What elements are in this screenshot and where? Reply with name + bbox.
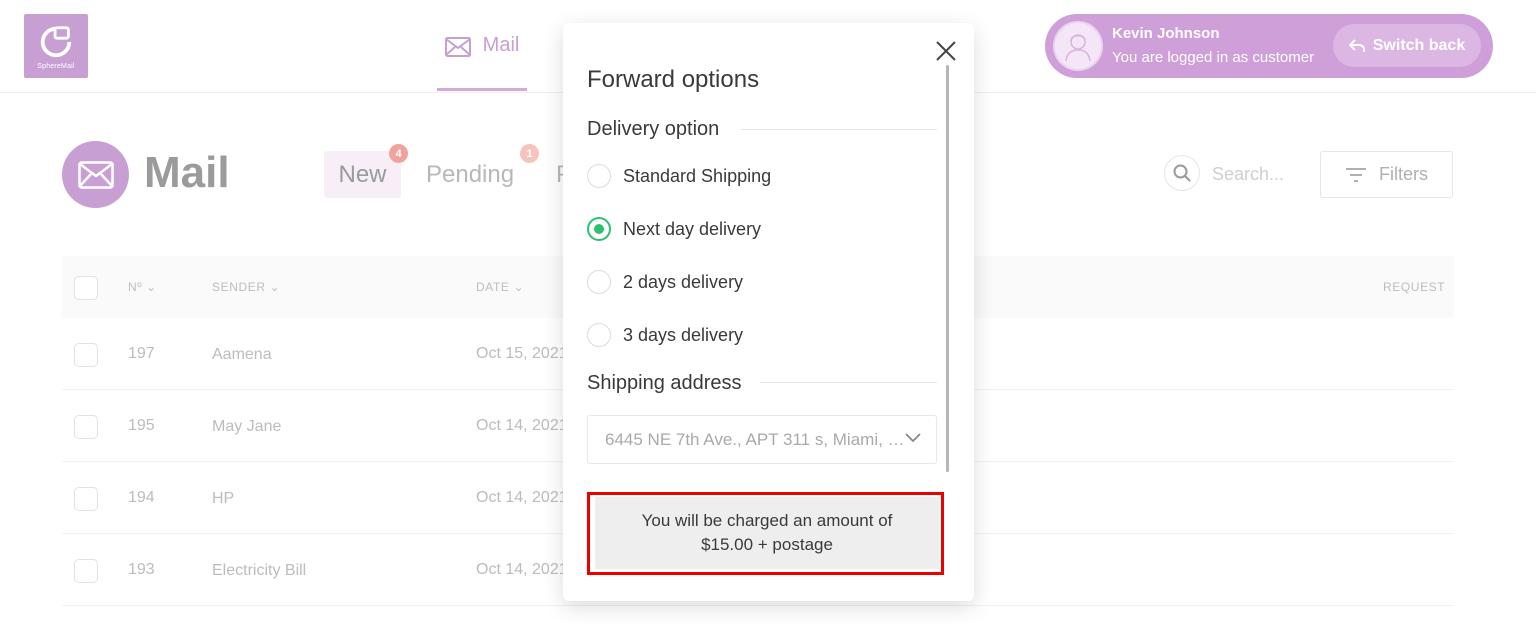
row-number: 197 [128,345,155,362]
radio-next-day-delivery[interactable] [587,217,611,241]
modal-scrollbar[interactable] [946,65,949,472]
row-date: Oct 14, 2021 [476,489,568,506]
row-date: Oct 15, 2021 [476,345,568,362]
search-input[interactable]: Search... [1212,164,1284,185]
column-header-no[interactable]: Nº ⌄ [128,280,157,294]
chevron-down-icon: ⌄ [513,280,525,294]
section-divider [741,129,937,130]
search-button[interactable] [1164,155,1200,191]
tab-pending[interactable]: Pending [426,151,514,198]
avatar [1053,21,1103,71]
page-title: Mail [144,148,230,197]
row-sender: May Jane [212,418,282,435]
row-number: 193 [128,561,155,578]
filters-button[interactable]: Filters [1320,151,1453,198]
radio-3-days-delivery[interactable] [587,323,611,347]
nav-tab-mail[interactable]: Mail [437,24,527,91]
user-switch-panel: Kevin Johnson You are logged in as custo… [1045,14,1493,78]
mail-icon [444,37,471,57]
chevron-down-icon: ⌄ [146,280,157,294]
row-checkbox[interactable] [74,415,98,439]
radio-label-standard-shipping[interactable]: Standard Shipping [623,166,771,187]
page-mail-icon-circle [62,141,129,208]
select-all-checkbox[interactable] [74,276,98,300]
column-no-label: Nº [128,280,143,294]
logo-text: SphereMail [37,62,75,70]
column-sender-label: SENDER [212,280,266,294]
switch-back-label: Switch back [1372,36,1466,54]
filters-label: Filters [1379,164,1428,184]
radio-label-3-days-delivery[interactable]: 3 days delivery [623,325,743,346]
filter-icon [1346,167,1366,182]
charge-line-1: You will be charged an amount of [641,511,893,530]
user-avatar-icon [1065,34,1091,62]
radio-label-2-days-delivery[interactable]: 2 days delivery [623,272,743,293]
nav-mail-label: Mail [482,34,520,56]
row-number: 194 [128,489,155,506]
row-sender: Electricity Bill [212,562,307,579]
charge-line-2: $15.00 + postage [701,535,833,554]
column-header-sender[interactable]: SENDER ⌄ [212,280,280,294]
delivery-option-heading: Delivery option [587,118,720,140]
undo-arrow-icon [1348,38,1365,52]
chevron-down-icon: ⌄ [269,280,281,294]
row-sender: Aamena [212,346,272,363]
column-header-date[interactable]: DATE ⌄ [476,280,524,294]
row-checkbox[interactable] [74,559,98,583]
user-name: Kevin Johnson [1112,25,1220,42]
shipping-address-value: 6445 NE 7th Ave., APT 311 s, Miami, FL 3… [605,430,905,449]
radio-2-days-delivery[interactable] [587,270,611,294]
new-count-badge: 4 [389,144,408,163]
chevron-down-icon [905,433,921,443]
section-divider [760,382,937,383]
modal-title: Forward options [587,66,760,93]
row-checkbox[interactable] [74,487,98,511]
switch-back-button[interactable]: Switch back [1333,24,1481,67]
column-date-label: DATE [476,280,510,294]
radio-standard-shipping[interactable] [587,164,611,188]
row-sender: HP [212,490,235,507]
row-date: Oct 14, 2021 [476,417,568,434]
row-date: Oct 14, 2021 [476,561,568,578]
row-checkbox[interactable] [74,343,98,367]
column-header-request: REQUEST [1383,280,1446,294]
user-role-text: You are logged in as customer [1112,49,1315,66]
logo-icon [40,25,72,57]
envelope-icon [77,160,114,189]
radio-label-next-day-delivery[interactable]: Next day delivery [623,219,761,240]
charge-notice: You will be charged an amount of $15.00 … [595,497,939,569]
shipping-address-heading: Shipping address [587,372,742,394]
close-icon[interactable] [935,40,957,62]
search-icon [1173,164,1191,182]
pending-count-badge: 1 [520,144,539,163]
app-logo[interactable]: SphereMail [24,14,88,78]
row-number: 195 [128,417,155,434]
